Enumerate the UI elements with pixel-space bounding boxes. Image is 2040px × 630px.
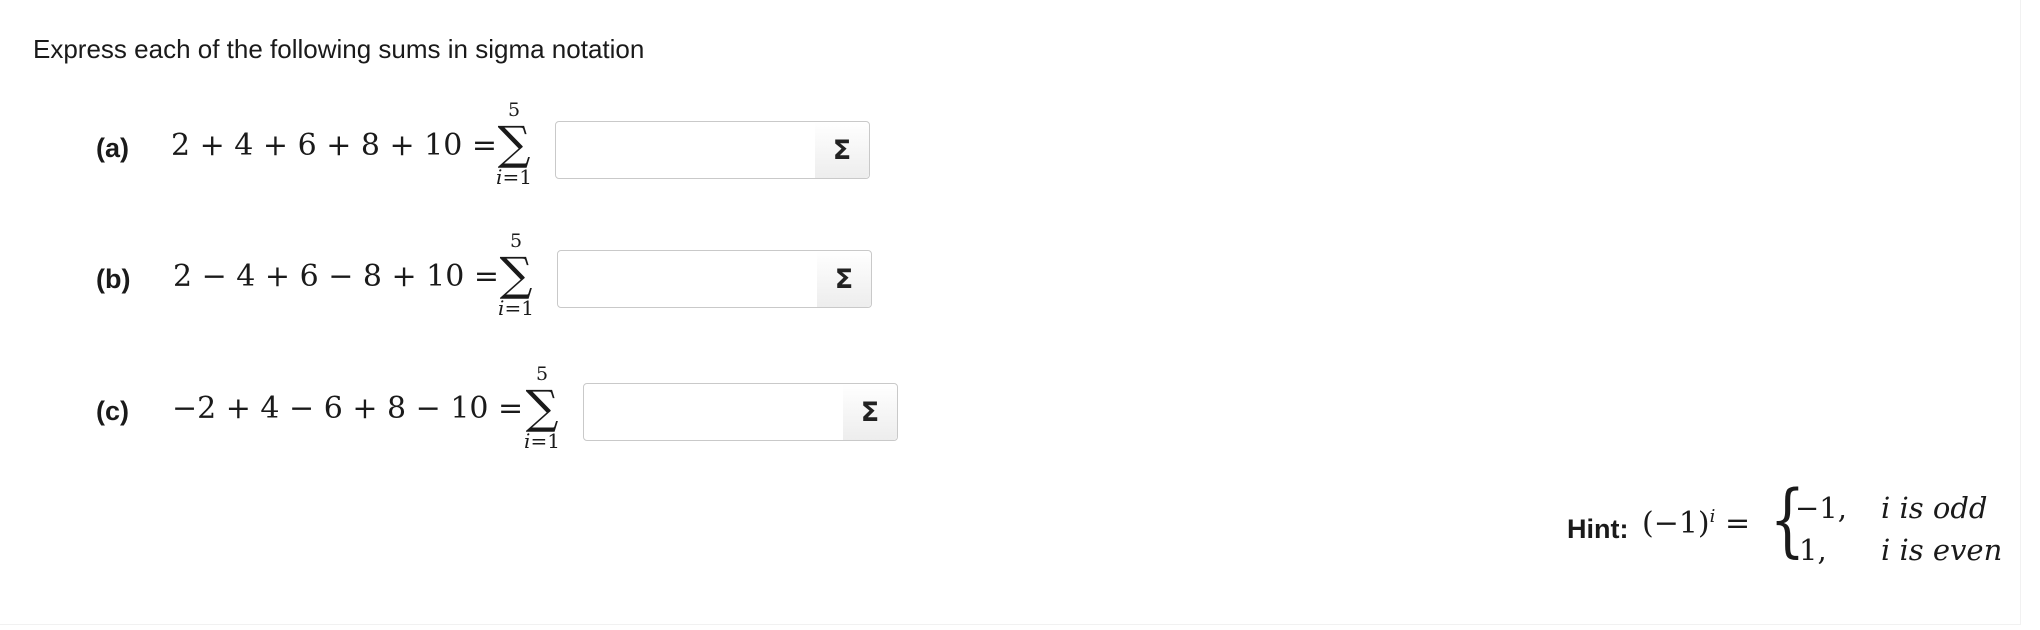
hint-label: Hint: [1567,514,1629,544]
sigma-notation: 5 ∑ i=1 [520,364,564,452]
instruction-text: Express each of the following sums in si… [33,34,645,64]
problem-label: (a) [96,133,129,163]
sigma-lower-bound: i=1 [492,166,536,188]
equation-editor-button[interactable]: Σ [817,251,871,307]
problem-label: (c) [96,396,129,426]
sigma-lower-bound: i=1 [520,430,564,452]
hint-base: (−1) [1642,506,1710,541]
problem-lhs: −2 + 4 − 6 + 8 − 10 = [172,391,524,426]
answer-field-b: Σ [557,250,872,308]
answer-input[interactable] [556,122,818,178]
equation-editor-button[interactable]: Σ [843,384,897,440]
sigma-button-icon: Σ [860,396,880,428]
hint-expression: (−1)i = [1642,506,1750,541]
sigma-icon: ∑ [497,116,531,170]
problem-label: (b) [96,264,131,294]
sigma-notation: 5 ∑ i=1 [494,231,538,319]
answer-input[interactable] [584,384,846,440]
sigma-index-start: =1 [502,165,532,189]
sigma-icon: ∑ [499,247,533,301]
hint-exponent: i [1709,506,1716,527]
sigma-index-start: =1 [530,429,560,453]
sigma-index-start: =1 [504,296,534,320]
sigma-lower-bound: i=1 [494,297,538,319]
sigma-icon: ∑ [525,380,559,434]
equation-editor-button[interactable]: Σ [815,122,869,178]
hint-case2-condition: i is even [1881,533,2003,567]
answer-field-a: Σ [555,121,870,179]
hint-case1-condition: i is odd [1881,491,1988,525]
sigma-notation: 5 ∑ i=1 [492,100,536,188]
problem-lhs: 2 − 4 + 6 − 8 + 10 = [173,259,500,294]
sigma-button-icon: Σ [834,263,854,295]
sigma-button-icon: Σ [832,134,852,166]
hint-equals: = [1724,506,1751,541]
answer-input[interactable] [558,251,820,307]
hint-case2-value: 1, [1799,533,1827,567]
hint-case1-value: −1, [1795,491,1847,525]
problem-lhs: 2 + 4 + 6 + 8 + 10 = [171,128,498,163]
question-panel: Express each of the following sums in si… [0,0,2021,625]
answer-field-c: Σ [583,383,898,441]
